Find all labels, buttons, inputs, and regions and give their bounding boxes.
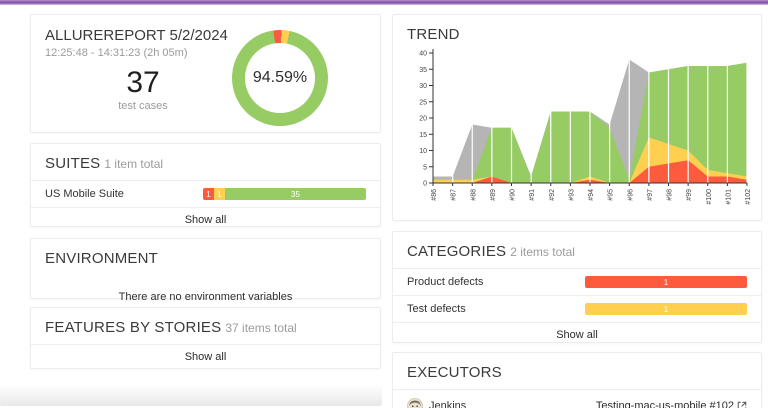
svg-text:#93: #93 — [568, 189, 575, 201]
features-title: FEATURES BY STORIES — [45, 319, 222, 336]
jenkins-icon — [407, 398, 423, 408]
executors-card: EXECUTORS Jenkins Testing-mac-us-mobile … — [392, 352, 762, 408]
category-row-product-defects[interactable]: Product defects 1 — [393, 268, 761, 295]
category-row-test-defects[interactable]: Test defects 1 — [393, 295, 761, 322]
features-header: FEATURES BY STORIES 37 items total — [31, 308, 380, 344]
suite-status-bar: 1 1 35 — [203, 188, 366, 200]
svg-text:20: 20 — [419, 116, 427, 123]
svg-text:10: 10 — [419, 148, 427, 155]
svg-text:#101: #101 — [725, 189, 732, 205]
suite-row[interactable]: US Mobile Suite 1 1 35 — [31, 180, 380, 207]
trend-stacked-area-chart[interactable]: 0 5 10 15 20 25 30 35 40 #86 #87 #88 #89 #90 #91 #92 #93… — [403, 45, 755, 217]
pass-rate-percent: 94.59% — [252, 69, 308, 86]
svg-text:#99: #99 — [686, 189, 693, 201]
categories-title: CATEGORIES — [407, 243, 507, 260]
svg-text:5: 5 — [423, 164, 427, 171]
executor-build-link[interactable]: Testing-mac-us-mobile #102 — [596, 400, 747, 408]
category-name: Product defects — [407, 276, 484, 288]
svg-text:#100: #100 — [706, 189, 713, 205]
overview-card: ALLUREREPORT 5/2/2024 12:25:48 - 14:31:2… — [30, 14, 381, 133]
executor-name: Jenkins — [429, 400, 467, 408]
executors-title: EXECUTORS — [407, 364, 502, 381]
total-count: 37 — [126, 66, 160, 99]
environment-card: ENVIRONMENT There are no environment var… — [30, 238, 381, 303]
trend-card: TREND 0 5 10 15 20 25 30 35 40 #86 #87 #88 #89 #90 #91… — [392, 14, 762, 221]
category-bar: 1 — [585, 303, 747, 315]
svg-text:#95: #95 — [608, 189, 615, 201]
categories-header: CATEGORIES 2 items total — [393, 232, 761, 268]
environment-header: ENVIRONMENT — [31, 239, 380, 275]
svg-text:#90: #90 — [510, 189, 517, 201]
suite-name: US Mobile Suite — [45, 188, 124, 200]
svg-text:#89: #89 — [490, 189, 497, 201]
category-name: Test defects — [407, 303, 466, 315]
total-test-cases: 37 test cases — [83, 66, 203, 113]
top-accent-bar — [0, 0, 768, 5]
svg-text:#92: #92 — [549, 189, 556, 201]
svg-text:#97: #97 — [647, 189, 654, 201]
categories-show-all-button[interactable]: Show all — [393, 322, 761, 348]
allure-dashboard: ALLUREREPORT 5/2/2024 12:25:48 - 14:31:2… — [0, 0, 768, 408]
status-donut-chart[interactable]: 94.59% — [232, 30, 328, 126]
svg-text:#86: #86 — [431, 189, 438, 201]
svg-text:#98: #98 — [667, 189, 674, 201]
svg-text:30: 30 — [419, 83, 427, 90]
suites-header: SUITES 1 item total — [31, 144, 380, 180]
svg-text:15: 15 — [419, 132, 427, 139]
scroll-fade — [0, 384, 382, 406]
environment-title: ENVIRONMENT — [45, 250, 159, 267]
svg-text:#91: #91 — [529, 189, 536, 201]
external-link-icon — [737, 401, 747, 408]
features-show-all-button[interactable]: Show all — [31, 344, 380, 370]
svg-text:#88: #88 — [470, 189, 477, 201]
suites-title: SUITES — [45, 155, 101, 172]
suites-show-all-button[interactable]: Show all — [31, 207, 380, 233]
executor-row: Jenkins Testing-mac-us-mobile #102 — [393, 389, 761, 408]
svg-text:40: 40 — [419, 51, 427, 58]
svg-text:35: 35 — [419, 67, 427, 74]
executor-build-label: Testing-mac-us-mobile #102 — [595, 400, 734, 408]
features-card: FEATURES BY STORIES 37 items total Show a… — [30, 307, 381, 369]
svg-text:#102: #102 — [745, 189, 752, 205]
trend-title: TREND — [407, 26, 460, 43]
categories-card: CATEGORIES 2 items total Product defects … — [392, 231, 762, 343]
category-bar: 1 — [585, 276, 747, 288]
suites-count: 1 item total — [104, 157, 164, 171]
svg-text:0: 0 — [423, 181, 427, 188]
svg-text:#87: #87 — [451, 189, 458, 201]
suites-card: SUITES 1 item total US Mobile Suite 1 1 35 … — [30, 143, 381, 227]
total-count-label: test cases — [118, 100, 168, 112]
categories-count: 2 items total — [510, 245, 575, 259]
features-count: 37 items total — [225, 321, 297, 335]
svg-text:25: 25 — [419, 99, 427, 106]
executors-header: EXECUTORS — [393, 353, 761, 389]
svg-text:#94: #94 — [588, 189, 595, 201]
svg-text:#96: #96 — [627, 189, 634, 201]
